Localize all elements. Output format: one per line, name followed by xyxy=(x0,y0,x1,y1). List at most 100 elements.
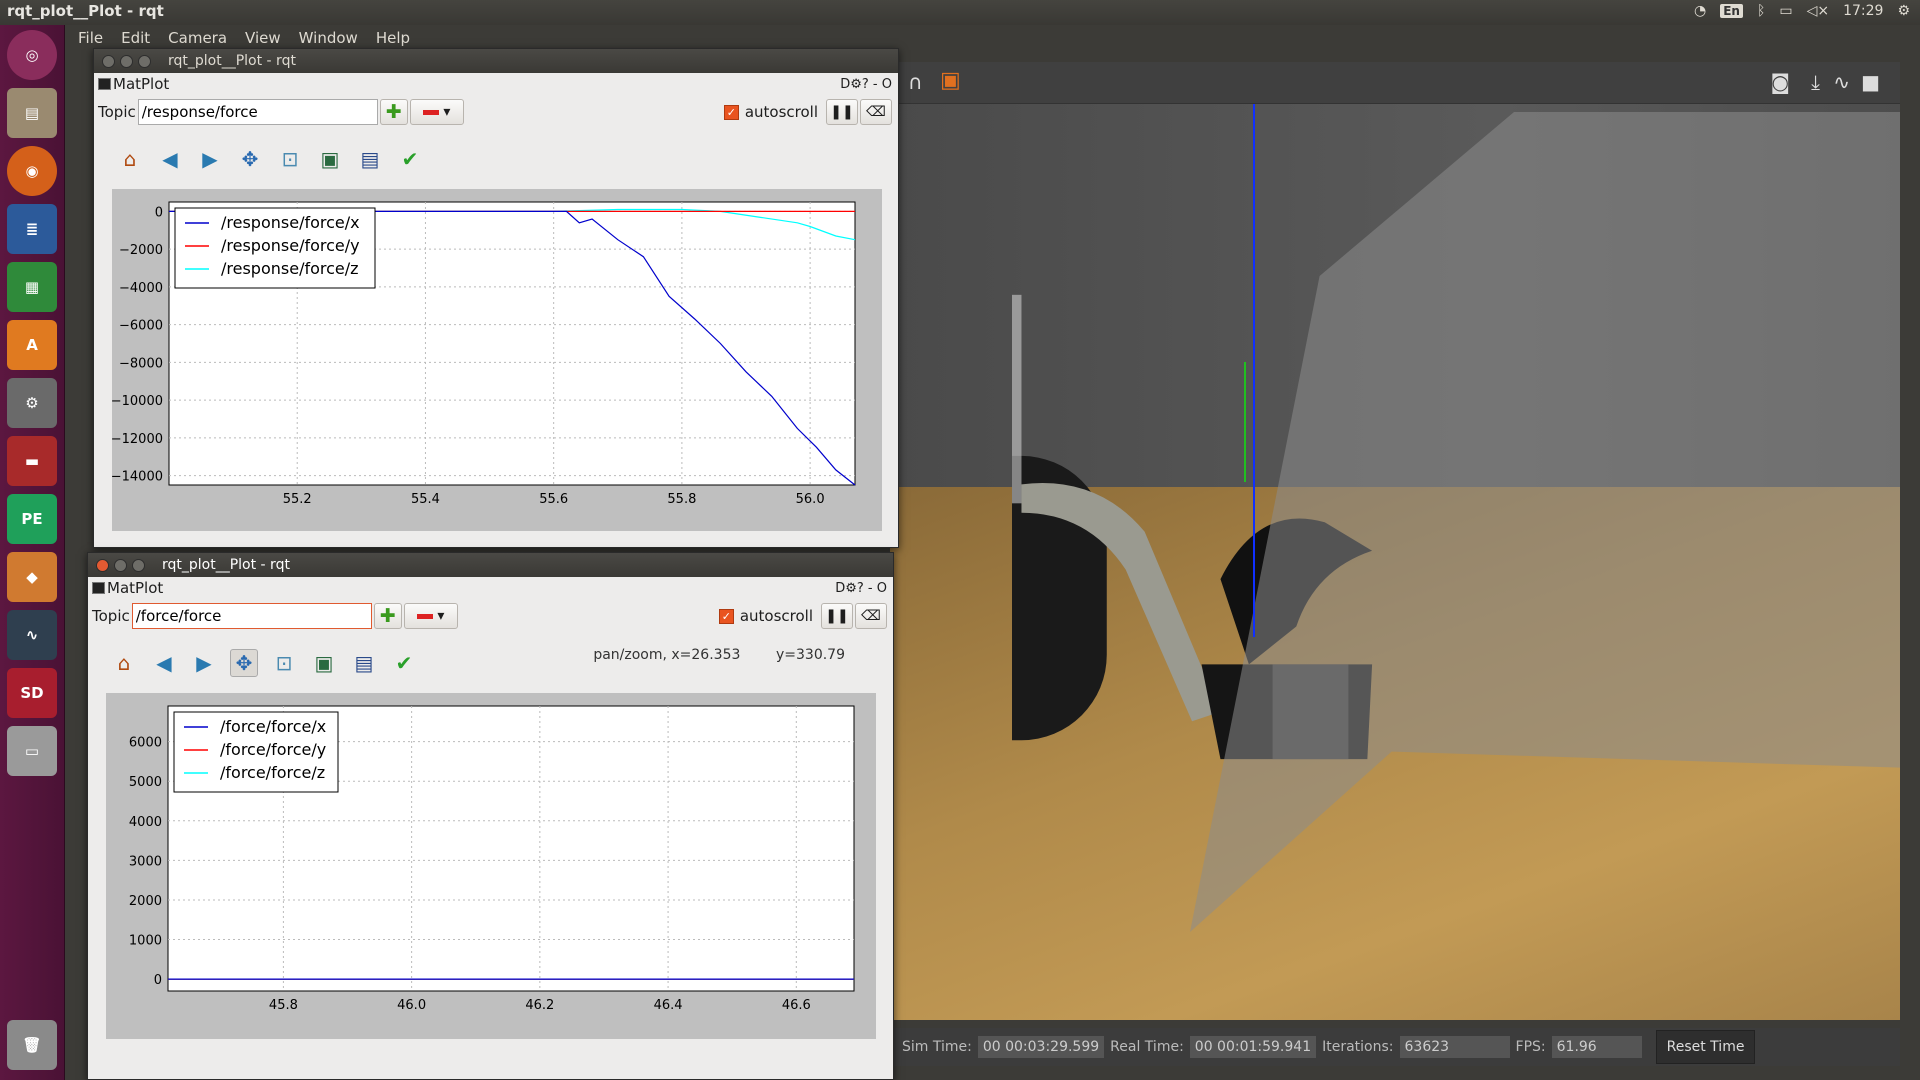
wifi-icon[interactable]: ◔ xyxy=(1694,3,1706,19)
zoom-icon[interactable]: ⊡ xyxy=(270,649,298,677)
autoscroll-checkbox[interactable]: ✓ xyxy=(723,104,739,120)
x-tick-label: 46.2 xyxy=(525,998,554,1013)
remove-topic-button[interactable]: ▾ xyxy=(409,99,464,125)
window-titlebar[interactable]: rqt_plot__Plot - rqt xyxy=(94,49,898,73)
plugin-controls[interactable]: D⚙? - O xyxy=(840,77,892,92)
plugin-title: MatPlot xyxy=(113,75,170,93)
real-time-value: 00 00:01:59.941 xyxy=(1189,1036,1317,1058)
plot-icon[interactable]: ∿ xyxy=(1833,70,1850,94)
forward-icon[interactable]: ▶ xyxy=(190,649,218,677)
close-icon[interactable] xyxy=(96,558,109,572)
remove-topic-button[interactable]: ▾ xyxy=(403,603,458,629)
topic-row: Topic ✚ ▾ ✓ autoscroll ❚❚ ⌫ xyxy=(94,95,898,129)
pan-icon[interactable]: ✥ xyxy=(236,145,264,173)
volume-icon[interactable]: ◁× xyxy=(1807,3,1830,19)
minimize-icon[interactable] xyxy=(114,558,127,572)
legend: /force/force/x/force/force/y/force/force… xyxy=(173,711,339,793)
video-icon[interactable]: ■ xyxy=(1861,70,1880,94)
camera-icon[interactable]: ◙ xyxy=(1771,70,1790,94)
legend: /response/force/x/response/force/y/respo… xyxy=(174,207,376,289)
active-window-title: rqt_plot__Plot - rqt xyxy=(7,2,164,20)
gazebo-3d-viewport[interactable] xyxy=(890,62,1900,1020)
real-time-label: Real Time: xyxy=(1110,1039,1184,1055)
pycharm-icon[interactable]: PE xyxy=(7,494,57,544)
plugin-controls[interactable]: D⚙? - O xyxy=(835,581,887,596)
edit-axes-icon[interactable]: ✔ xyxy=(390,649,418,677)
sd-card-icon[interactable]: SD xyxy=(7,668,57,718)
rqt-plot-window-force: rqt_plot__Plot - rqt MatPlot D⚙? - O Top… xyxy=(87,552,894,1080)
writer-icon[interactable]: ≣ xyxy=(7,204,57,254)
autoscroll-toggle[interactable]: ✓ autoscroll xyxy=(718,607,813,625)
gear-icon[interactable]: ⚙ xyxy=(1897,3,1910,19)
autoscroll-toggle[interactable]: ✓ autoscroll xyxy=(723,103,818,121)
topic-input[interactable] xyxy=(137,99,378,125)
maximize-icon[interactable] xyxy=(138,54,151,68)
magnet-icon[interactable]: ∩ xyxy=(908,70,923,94)
box-shape-icon[interactable]: ▣ xyxy=(940,68,961,93)
clock[interactable]: 17:29 xyxy=(1843,3,1883,19)
x-tick-label: 45.8 xyxy=(269,998,298,1013)
zoom-icon[interactable]: ⊡ xyxy=(276,145,304,173)
trash-icon[interactable]: 🗑 xyxy=(7,1020,57,1070)
autoscroll-label: autoscroll xyxy=(744,103,818,121)
pause-button[interactable]: ❚❚ xyxy=(826,99,858,125)
add-topic-button[interactable]: ✚ xyxy=(373,603,402,629)
menu-help[interactable]: Help xyxy=(376,29,410,47)
legend-label: /force/force/y xyxy=(220,740,326,759)
back-icon[interactable]: ◀ xyxy=(156,145,184,173)
forward-icon[interactable]: ▶ xyxy=(196,145,224,173)
save-icon[interactable]: ▤ xyxy=(350,649,378,677)
y-tick-label: 4000 xyxy=(129,815,162,830)
sim-time-value: 00 00:03:29.599 xyxy=(977,1036,1105,1058)
force-response-chart[interactable]: 55.2 55.4 55.6 55.8 56.0 0 −2000 −4000 −6000 −800… xyxy=(111,189,882,531)
close-icon[interactable] xyxy=(102,54,115,68)
system-tray: ◔ En ᛒ ▭ ◁× 17:29 ⚙ xyxy=(1694,3,1910,19)
software-center-icon[interactable]: A xyxy=(7,320,57,370)
bluetooth-icon[interactable]: ᛒ xyxy=(1757,3,1765,19)
disk-icon[interactable]: ▭ xyxy=(7,726,57,776)
menu-camera[interactable]: Camera xyxy=(168,29,227,47)
maximize-icon[interactable] xyxy=(132,558,145,572)
rqt-plot-window-response: rqt_plot__Plot - rqt MatPlot D⚙? - O Top… xyxy=(93,48,899,548)
topic-input[interactable] xyxy=(131,603,372,629)
plugin-header: MatPlot D⚙? - O xyxy=(94,73,898,95)
system-monitor-icon[interactable]: ∿ xyxy=(7,610,57,660)
back-icon[interactable]: ◀ xyxy=(150,649,178,677)
y-tick-label: 2000 xyxy=(129,894,162,909)
autoscroll-checkbox[interactable]: ✓ xyxy=(718,608,734,624)
force-chart[interactable]: 45.8 46.0 46.2 46.4 46.6 0 1000 2000 3000 4000 500… xyxy=(106,693,876,1039)
add-topic-button[interactable]: ✚ xyxy=(379,99,408,125)
edit-axes-icon[interactable]: ✔ xyxy=(396,145,424,173)
save-icon[interactable]: ▤ xyxy=(356,145,384,173)
ubuntu-logo-icon[interactable]: ◎ xyxy=(7,30,57,80)
calc-icon[interactable]: ▦ xyxy=(7,262,57,312)
pause-button[interactable]: ❚❚ xyxy=(821,603,853,629)
files-icon[interactable]: ▤ xyxy=(7,88,57,138)
clear-button[interactable]: ⌫ xyxy=(855,603,887,629)
menu-file[interactable]: File xyxy=(78,29,103,47)
y-tick-label: 6000 xyxy=(129,736,162,751)
plot-area[interactable]: 45.8 46.0 46.2 46.4 46.6 0 1000 2000 3000 4000 500… xyxy=(106,693,876,1039)
menu-edit[interactable]: Edit xyxy=(121,29,150,47)
clear-button[interactable]: ⌫ xyxy=(860,99,892,125)
menu-view[interactable]: View xyxy=(245,29,281,47)
pan-icon[interactable]: ✥ xyxy=(230,649,258,677)
subplots-icon[interactable]: ▣ xyxy=(310,649,338,677)
plugin-header: MatPlot D⚙? - O xyxy=(88,577,893,599)
terminal-icon[interactable]: ▬ xyxy=(7,436,57,486)
firefox-icon[interactable]: ◉ xyxy=(7,146,57,196)
subplots-icon[interactable]: ▣ xyxy=(316,145,344,173)
blender-icon[interactable]: ◆ xyxy=(7,552,57,602)
system-settings-icon[interactable]: ⚙ xyxy=(7,378,57,428)
menu-window[interactable]: Window xyxy=(299,29,358,47)
reset-time-button[interactable]: Reset Time xyxy=(1655,1030,1756,1064)
minimize-icon[interactable] xyxy=(120,54,133,68)
plot-area[interactable]: 55.2 55.4 55.6 55.8 56.0 0 −2000 −4000 −6000 −800… xyxy=(111,189,882,531)
record-icon[interactable]: ⤓ xyxy=(1811,70,1820,94)
window-titlebar[interactable]: rqt_plot__Plot - rqt xyxy=(88,553,893,577)
x-tick-label: 55.4 xyxy=(411,492,440,507)
battery-icon[interactable]: ▭ xyxy=(1779,3,1792,19)
home-icon[interactable]: ⌂ xyxy=(116,145,144,173)
home-icon[interactable]: ⌂ xyxy=(110,649,138,677)
keyboard-layout-indicator[interactable]: En xyxy=(1720,4,1743,18)
